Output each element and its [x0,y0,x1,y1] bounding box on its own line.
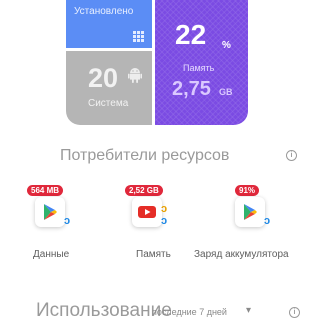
system-value: 20 [88,63,119,93]
play-store-icon [44,204,57,220]
usage-info-icon[interactable]: i [289,307,300,318]
consumer-storage[interactable]: 2,52 GB ↄ ↄ Память [105,185,205,265]
loading-icon: ↄ [64,215,71,227]
loading-icon: ↄ [161,203,168,215]
play-store-icon [244,204,257,220]
memory-unit: GB [219,87,233,97]
consumers-title: Потребители ресурсов [60,147,230,164]
usage-period-select[interactable]: последние 7 дней [152,307,227,317]
memory-tile[interactable]: 22 % Память 2,75 GB [155,0,248,125]
loading-icon: ↄ [161,215,168,227]
system-tile[interactable]: 20 Система [66,51,152,125]
installed-label: Установлено [74,6,134,17]
consumer-badge: 564 MB [27,185,64,196]
memory-percent-sign: % [222,40,231,51]
app-card [35,197,65,227]
storage-tiles: Установлено 20 Система 22 % Память 2,75 … [0,0,310,125]
installed-tile[interactable]: Установлено [66,0,152,48]
app-card [235,197,265,227]
consumer-badge: 2,52 GB [125,185,163,196]
consumer-label: Данные [33,249,70,260]
consumer-data[interactable]: 564 MB ↄ Данные [0,185,100,265]
consumer-label: Память [136,249,171,260]
consumer-battery[interactable]: 91% ↄ Заряд аккумулятора [194,185,305,265]
memory-percent: 22 [175,19,207,50]
system-label: Система [88,98,129,109]
app-card [132,197,162,227]
consumer-label: Заряд аккумулятора [194,249,289,260]
android-icon [128,68,142,83]
apps-grid-icon [133,31,144,42]
loading-icon: ↄ [264,215,271,227]
memory-label: Память [183,63,215,73]
chevron-down-icon[interactable]: ▾ [246,305,251,316]
memory-value: 2,75 [172,78,211,100]
youtube-icon [138,206,156,218]
consumer-badge: 91% [235,185,260,196]
info-icon[interactable]: i [286,150,297,161]
